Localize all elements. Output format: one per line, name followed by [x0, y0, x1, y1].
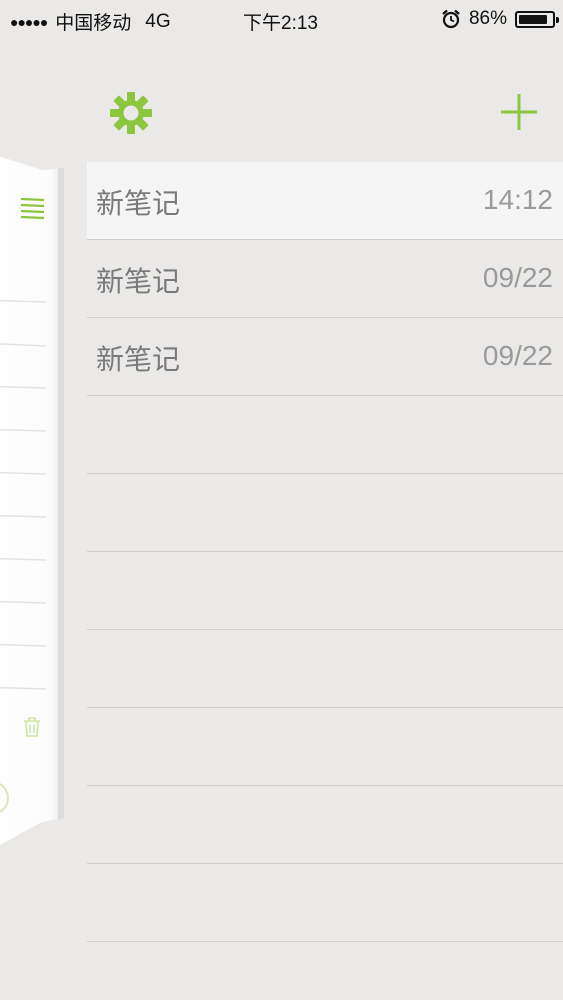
note-row — [87, 708, 563, 786]
note-date: 09/22 — [482, 340, 553, 371]
signal-strength-icon: ●●●●● — [10, 13, 48, 30]
note-row — [87, 786, 563, 864]
battery-icon — [515, 10, 559, 28]
status-left: ●●●●● 中国移动 4G — [10, 8, 171, 35]
plus-icon — [501, 94, 537, 130]
battery-percentage: 86% — [468, 8, 507, 29]
compose-circle-icon[interactable] — [0, 780, 12, 816]
note-title: 新笔记 — [96, 343, 181, 376]
battery-level-fill — [519, 14, 547, 24]
add-note-button[interactable] — [495, 88, 543, 136]
note-date: 09/22 — [482, 262, 553, 293]
hamburger-menu-icon[interactable] — [20, 196, 46, 220]
note-row — [87, 630, 563, 708]
status-bar: ●●●●● 中国移动 4G 下午2:13 86% — [0, 0, 563, 38]
battery-cap — [556, 16, 559, 23]
status-time: 下午2:13 — [243, 13, 318, 34]
side-panel[interactable] — [0, 150, 64, 856]
network-type: 4G — [145, 10, 171, 32]
note-row — [87, 864, 563, 942]
note-date: 14:12 — [482, 184, 553, 215]
settings-button[interactable] — [108, 90, 154, 136]
note-row[interactable]: 新笔记 09/22 — [87, 318, 563, 396]
alarm-clock-icon — [441, 9, 461, 29]
carrier-name: 中国移动 — [55, 13, 132, 34]
note-row[interactable]: 新笔记 14:12 — [87, 162, 563, 240]
note-row — [87, 552, 563, 630]
note-list: 新笔记 14:12 新笔记 09/22 新笔记 09/22 — [87, 162, 563, 942]
gear-icon — [110, 92, 152, 134]
note-title: 新笔记 — [96, 187, 181, 220]
note-row[interactable]: 新笔记 09/22 — [87, 240, 563, 318]
note-title: 新笔记 — [96, 265, 181, 298]
note-row — [87, 474, 563, 552]
app-screen: ●●●●● 中国移动 4G 下午2:13 86% 新笔记 14:12 新笔记 0… — [0, 0, 563, 1000]
trash-icon[interactable] — [22, 716, 42, 738]
note-row — [87, 396, 563, 474]
status-right: 86% — [441, 8, 559, 30]
